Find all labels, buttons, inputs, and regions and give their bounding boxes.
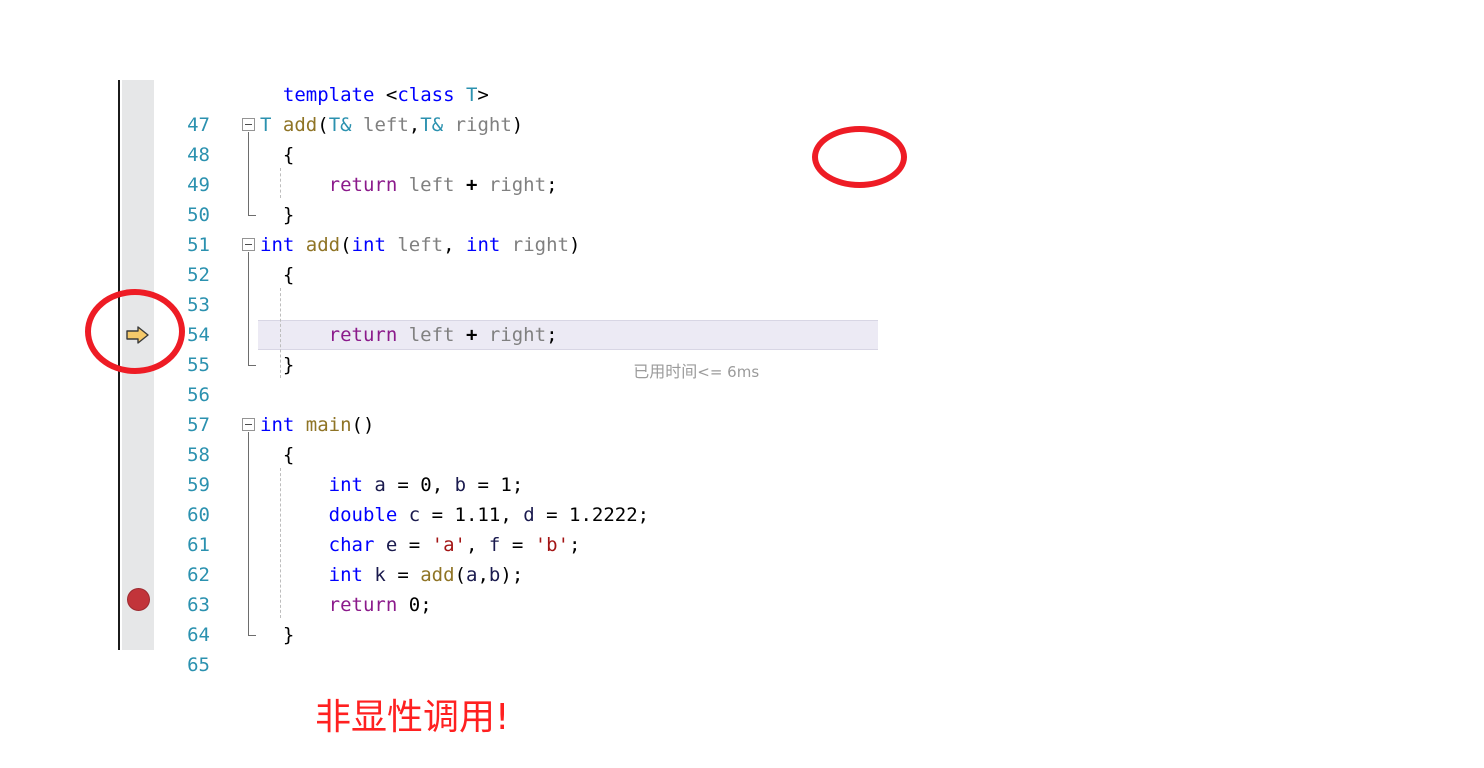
code-line[interactable]: 59 { <box>110 440 780 496</box>
code-line[interactable]: 51 } <box>110 200 780 256</box>
line-code: char e = 'a', f = 'b'; <box>328 534 581 556</box>
code-line[interactable]: 65 } <box>110 620 780 676</box>
code-line[interactable]: 52 int add(int left, int right) <box>110 230 780 286</box>
line-code: return left + right; <box>328 324 558 346</box>
code-line[interactable]: 53 { <box>110 260 780 316</box>
elapsed-time-label: 已用时间 <box>633 362 698 381</box>
elapsed-time-tip-left: 已用时间<= 6ms <box>597 326 759 417</box>
code-line[interactable]: 54 <box>110 290 780 346</box>
code-editor-left[interactable]: 47 template <class T> 48 T add(T& left,T… <box>110 80 878 676</box>
line-code: return 0; <box>328 594 432 616</box>
code-line[interactable]: 60 int a = 0, b = 1; <box>110 470 780 526</box>
code-line[interactable]: 47 template <class T> <box>110 80 780 136</box>
line-code: } <box>282 204 295 226</box>
code-line[interactable]: 62 char e = 'a', f = 'b'; <box>110 530 780 586</box>
line-code: { <box>282 264 295 286</box>
line-code: int k = add(a,b); <box>328 564 524 586</box>
line-code: double c = 1.11, d = 1.2222; <box>328 504 650 526</box>
code-line[interactable]: 64 return 0; <box>110 590 780 646</box>
line-code: { <box>282 144 295 166</box>
line-code: T add(T& left,T& right) <box>260 114 524 136</box>
code-line[interactable]: 63 int k = add(a,b); <box>110 560 780 616</box>
breakpoint-icon[interactable] <box>127 588 150 611</box>
code-panel-left: 47 template <class T> 48 T add(T& left,T… <box>0 0 878 768</box>
caption-left: 非显性调用! <box>315 697 510 738</box>
line-code: { <box>282 444 295 466</box>
annotation-ellipse-arrow-left <box>85 289 185 374</box>
code-line[interactable]: 50 return left + right; <box>110 170 780 226</box>
line-number: 65 <box>187 654 210 676</box>
line-code: } <box>282 624 295 646</box>
line-code: int a = 0, b = 1; <box>328 474 524 496</box>
line-code: int add(int left, int right) <box>260 234 581 256</box>
code-line[interactable]: 49 { <box>110 140 780 196</box>
elapsed-time-value: <= 6ms <box>697 363 760 381</box>
line-code: int main() <box>260 414 375 436</box>
line-code: return left + right; <box>328 174 558 196</box>
code-line[interactable]: 61 double c = 1.11, d = 1.2222; <box>110 500 780 556</box>
line-code: template <class T> <box>282 84 489 106</box>
code-line[interactable]: 48 T add(T& left,T& right) <box>110 110 780 166</box>
line-code: } <box>282 354 295 376</box>
code-panel-right: 46 47 template <class T> 48 T add(T& lef… <box>790 0 1484 768</box>
annotation-ellipse-arrow-right <box>812 126 907 188</box>
